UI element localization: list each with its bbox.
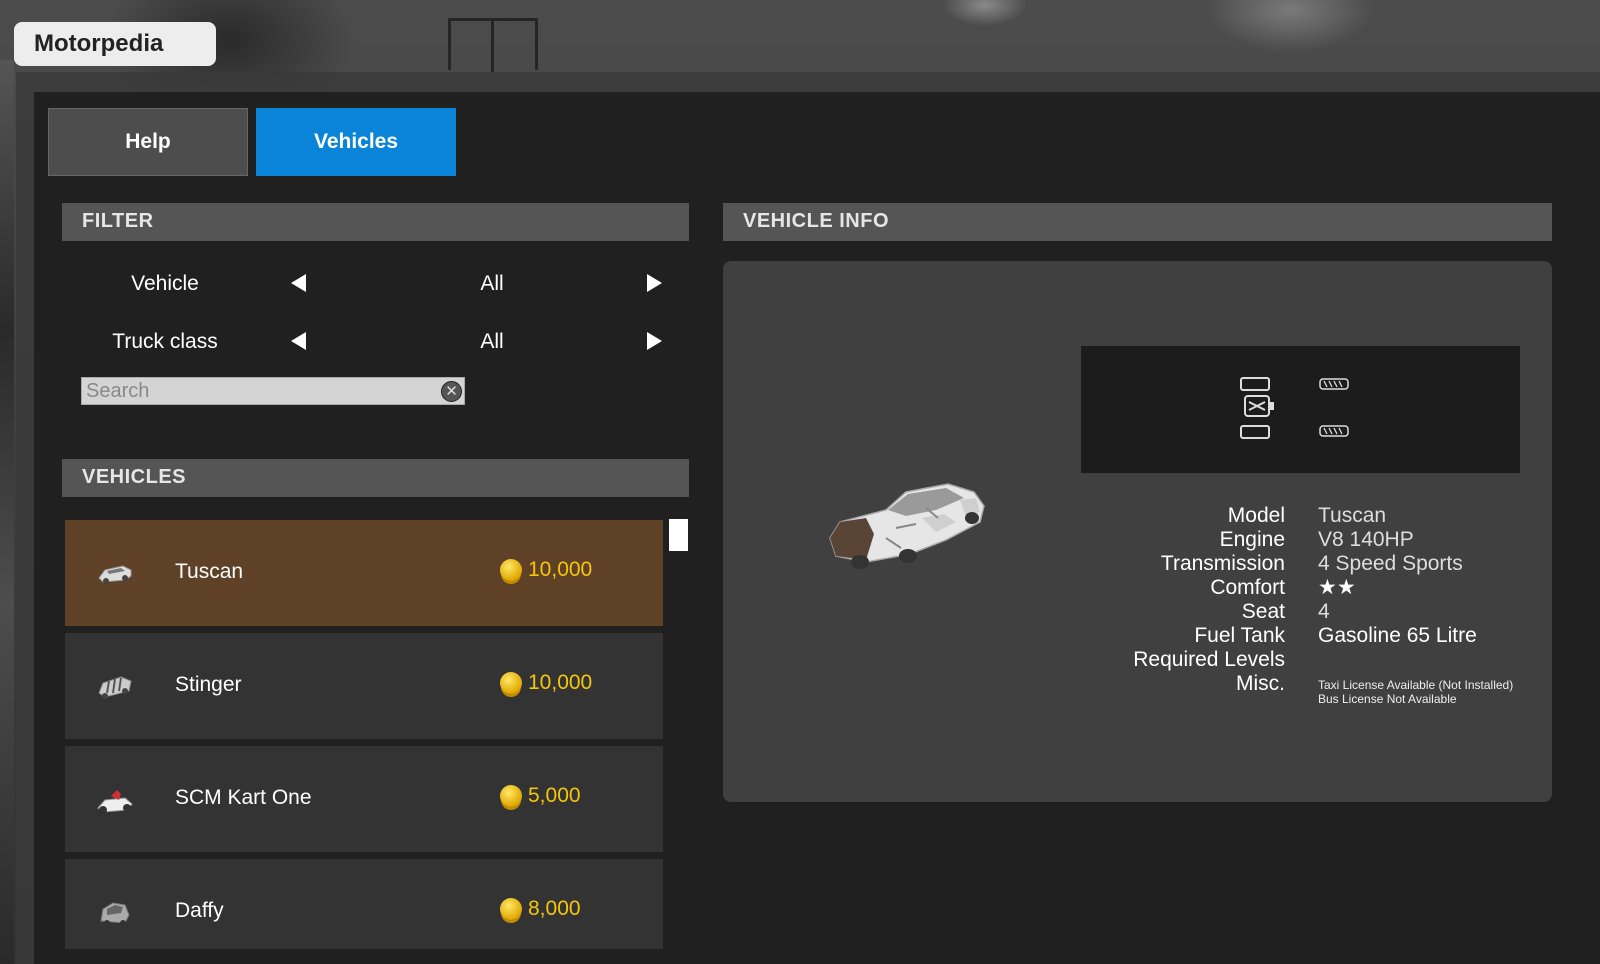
vehicle-price-value: 10,000 xyxy=(528,671,593,694)
vehicle-name: SCM Kart One xyxy=(175,786,312,809)
coin-icon xyxy=(500,785,522,807)
spec-levels-label: Required Levels xyxy=(1133,648,1285,671)
vehicle-price-value: 5,000 xyxy=(528,784,581,807)
vehicle-list-scrollbar[interactable] xyxy=(669,519,688,551)
spec-misc-value: Taxi License Available (Not Installed) B… xyxy=(1318,678,1558,706)
vehicle-list-item-scm-kart-one[interactable]: SCM Kart One 5,000 xyxy=(65,746,663,852)
spec-engine-label: Engine xyxy=(1219,528,1285,551)
search-input[interactable] xyxy=(82,378,432,404)
filter-truck-class-row: Truck class All xyxy=(62,322,692,362)
filter-truck-class-prev-arrow-icon[interactable] xyxy=(291,330,313,352)
spec-values: Tuscan V8 140HP 4 Speed Sports ★★ 4 Gaso… xyxy=(1318,504,1558,706)
filter-vehicle-label: Vehicle xyxy=(131,272,199,295)
tire-icon xyxy=(1319,378,1349,390)
spec-comfort-value: ★★ xyxy=(1318,576,1356,599)
spec-model-value: Tuscan xyxy=(1318,504,1387,527)
tab-help[interactable]: Help xyxy=(48,108,248,176)
coin-icon xyxy=(500,672,522,694)
background-tree xyxy=(0,60,14,964)
stinger-car-icon xyxy=(98,676,132,699)
kart-icon xyxy=(97,790,133,814)
vehicle-price-value: 8,000 xyxy=(528,897,581,920)
vehicle-preview-image xyxy=(829,483,985,569)
spec-seat-label: Seat xyxy=(1241,600,1285,623)
spec-misc-line-2: Bus License Not Available xyxy=(1318,692,1457,706)
spec-misc-label: Misc. xyxy=(1236,672,1285,695)
search-box: ✕ xyxy=(81,377,465,405)
vehicle-price: 10,000 xyxy=(500,558,592,582)
spec-fuel-label: Fuel Tank xyxy=(1194,624,1285,647)
vehicle-list-item-tuscan[interactable]: Tuscan 10,000 xyxy=(65,520,663,626)
spec-model-label: Model xyxy=(1227,504,1285,527)
spec-transmission-value: 4 Speed Sports xyxy=(1318,552,1463,575)
spec-labels: Model Engine Transmission Comfort Seat F… xyxy=(1100,504,1285,696)
vehicle-name: Tuscan xyxy=(175,560,244,583)
tuscan-car-icon xyxy=(98,565,132,584)
spec-comfort-label: Comfort xyxy=(1210,576,1285,599)
spec-transmission-label: Transmission xyxy=(1160,552,1285,575)
filter-vehicle-value: All xyxy=(480,272,504,295)
vehicle-list-item-daffy[interactable]: Daffy 8,000 xyxy=(65,859,663,949)
daffy-car-icon xyxy=(100,902,130,926)
filter-truck-class-value: All xyxy=(480,330,504,353)
spec-levels-value xyxy=(1318,648,1558,672)
clear-search-icon[interactable]: ✕ xyxy=(441,381,462,402)
vehicles-header: VEHICLES xyxy=(62,459,689,497)
tab-vehicles[interactable]: Vehicles xyxy=(256,108,456,176)
window-title: Motorpedia xyxy=(14,22,216,66)
vehicle-price: 8,000 xyxy=(500,897,581,921)
vehicle-name: Daffy xyxy=(175,899,224,922)
filter-vehicle-prev-arrow-icon[interactable] xyxy=(291,272,313,294)
filter-truck-class-next-arrow-icon[interactable] xyxy=(647,330,669,352)
tire-icon xyxy=(1319,425,1349,437)
filter-truck-class-label: Truck class xyxy=(112,330,218,353)
spec-fuel-value: Gasoline 65 Litre xyxy=(1318,624,1477,647)
spec-seat-value: 4 xyxy=(1318,600,1330,623)
filter-vehicle-next-arrow-icon[interactable] xyxy=(647,272,669,294)
vehicle-list-item-stinger[interactable]: Stinger 10,000 xyxy=(65,633,663,739)
background-light-pole xyxy=(448,18,538,73)
coin-icon xyxy=(500,898,522,920)
spec-misc-line-1: Taxi License Available (Not Installed) xyxy=(1318,678,1514,692)
filter-vehicle-row: Vehicle All xyxy=(62,264,692,304)
vehicle-name: Stinger xyxy=(175,673,242,696)
vehicle-price: 10,000 xyxy=(500,671,592,695)
spec-engine-value: V8 140HP xyxy=(1318,528,1414,551)
drivetrain-diagram-icon xyxy=(1240,377,1274,439)
vehicle-info-header: VEHICLE INFO xyxy=(723,203,1552,241)
upgrade-diagram-box xyxy=(1081,346,1520,473)
vehicle-price-value: 10,000 xyxy=(528,558,593,581)
vehicle-price: 5,000 xyxy=(500,784,581,808)
coin-icon xyxy=(500,559,522,581)
filter-header: FILTER xyxy=(62,203,689,241)
